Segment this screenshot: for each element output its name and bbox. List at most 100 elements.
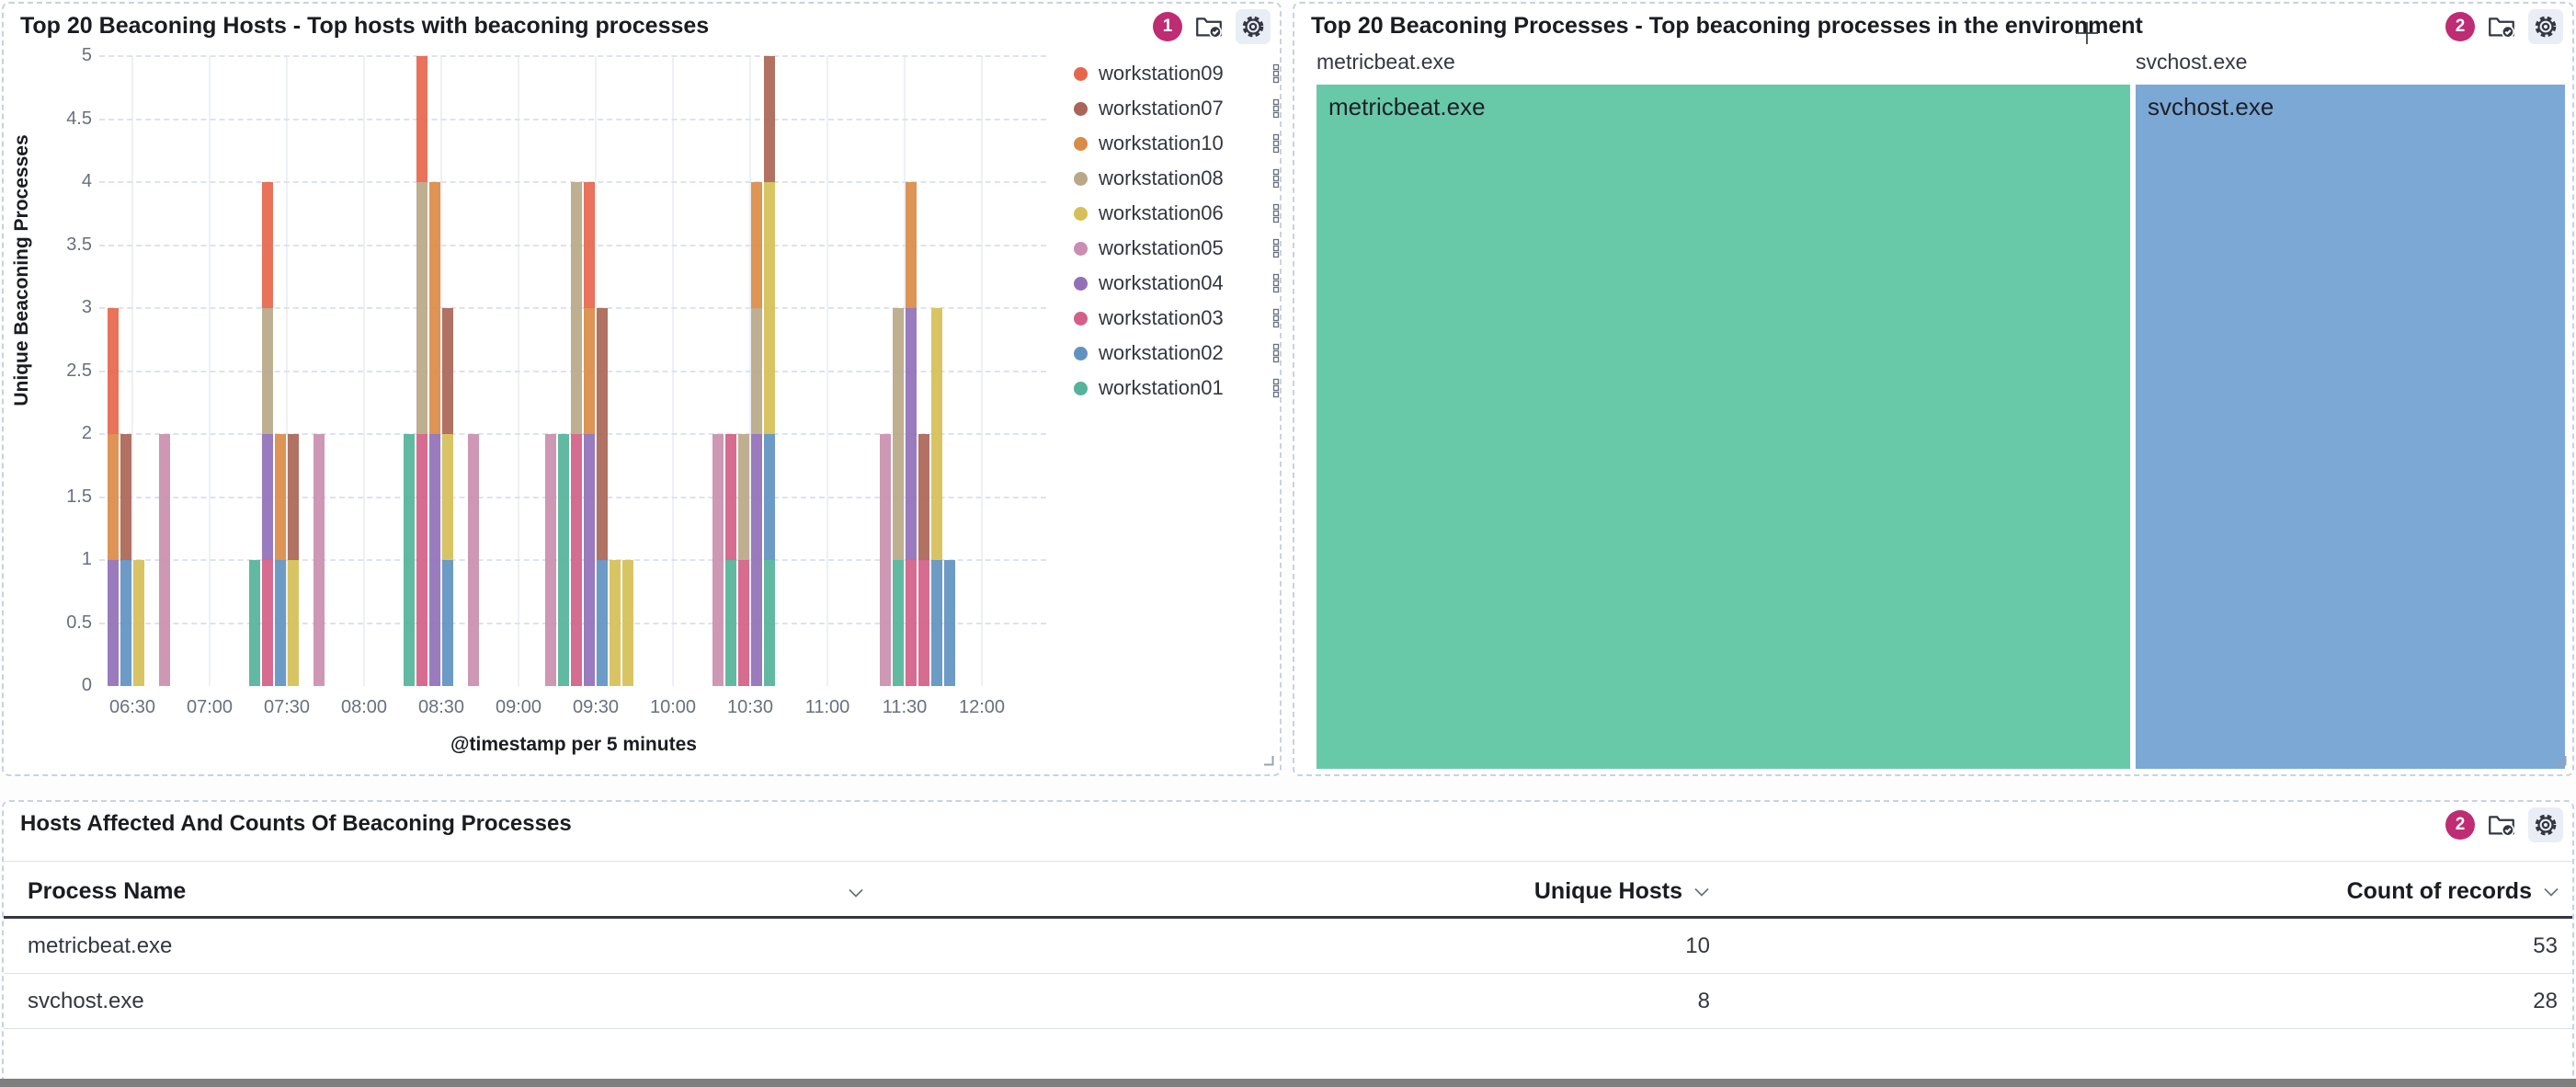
legend-item[interactable]: workstation07 [1074, 91, 1282, 126]
bar-segment[interactable] [262, 308, 273, 434]
bar-segment[interactable] [571, 434, 582, 686]
bar-segment[interactable] [108, 308, 119, 434]
bar-segment[interactable] [764, 182, 775, 434]
bar-segment[interactable] [906, 560, 917, 686]
y-tick-label: 1 [81, 549, 92, 569]
bar-segment[interactable] [906, 308, 917, 560]
legend-item[interactable]: workstation06 [1074, 196, 1282, 231]
bar-segment[interactable] [288, 560, 299, 686]
panel-resize-handle-icon[interactable] [2554, 753, 2567, 771]
bar-segment[interactable] [249, 560, 260, 686]
bar-segment[interactable] [584, 308, 595, 434]
y-tick-label: 2.5 [66, 360, 92, 381]
bar-segment[interactable] [597, 560, 608, 686]
y-tick-label: 0.5 [66, 612, 92, 633]
treemap-tile[interactable]: svchost.exe [2136, 85, 2565, 769]
bar-segment[interactable] [442, 560, 453, 686]
bar-segment[interactable] [275, 560, 286, 686]
bar-segment[interactable] [931, 560, 942, 686]
bar-segment[interactable] [133, 560, 144, 686]
legend-actions-icon[interactable] [1271, 238, 1282, 258]
bar-segment[interactable] [906, 182, 917, 308]
bar-segment[interactable] [108, 560, 119, 686]
bar-segment[interactable] [429, 182, 440, 434]
legend-actions-icon[interactable] [1271, 378, 1282, 398]
legend-actions-icon[interactable] [1271, 133, 1282, 154]
bar-segment[interactable] [120, 434, 131, 560]
table-row: metricbeat.exe 10 53 [4, 919, 2572, 973]
bar-segment[interactable] [416, 182, 427, 434]
bar-segment[interactable] [262, 182, 273, 308]
legend-actions-icon[interactable] [1271, 168, 1282, 189]
legend-actions-icon[interactable] [1271, 308, 1282, 328]
legend-actions-icon[interactable] [1271, 343, 1282, 363]
bar-segment[interactable] [764, 434, 775, 560]
legend-color-dot [1074, 381, 1088, 395]
legend-actions-icon[interactable] [1271, 63, 1282, 84]
bar-segment[interactable] [738, 434, 749, 560]
bar-segment[interactable] [931, 308, 942, 560]
bar-segment[interactable] [275, 434, 286, 560]
bar-segment[interactable] [893, 560, 904, 686]
bar-segment[interactable] [610, 560, 621, 686]
bar-segment[interactable] [120, 560, 131, 686]
bar-segment[interactable] [918, 560, 929, 686]
bar-segment[interactable] [880, 434, 891, 686]
legend-actions-icon[interactable] [1271, 273, 1282, 293]
bar-segment[interactable] [468, 434, 479, 686]
bar-segment[interactable] [262, 560, 273, 686]
bar-segment[interactable] [108, 434, 119, 560]
sort-chevron-icon[interactable] [837, 879, 866, 906]
panel-resize-handle-icon[interactable] [1261, 753, 1274, 771]
legend-item[interactable]: workstation02 [1074, 336, 1282, 371]
bar-segment[interactable] [545, 434, 556, 686]
treemap-tile[interactable]: metricbeat.exe [1316, 85, 2130, 769]
gear-icon[interactable] [2528, 807, 2563, 842]
column-header-process-name[interactable]: Process Name [28, 866, 863, 916]
legend-label: workstation02 [1099, 341, 1224, 364]
bar-segment[interactable] [893, 308, 904, 560]
bar-segment[interactable] [751, 308, 762, 434]
bar-segment[interactable] [764, 560, 775, 686]
saved-object-check-folder-icon[interactable] [2484, 807, 2519, 842]
legend-item[interactable]: workstation03 [1074, 301, 1282, 336]
legend-item[interactable]: workstation05 [1074, 231, 1282, 266]
legend-item[interactable]: workstation01 [1074, 371, 1282, 406]
sort-chevron-icon[interactable] [2532, 878, 2561, 905]
bar-segment[interactable] [416, 56, 427, 182]
bar-segment[interactable] [944, 560, 955, 686]
column-header-unique-hosts[interactable]: Unique Hosts [1107, 866, 1712, 916]
bar-segment[interactable] [918, 434, 929, 560]
bar-segment[interactable] [404, 434, 415, 686]
bar-segment[interactable] [622, 560, 633, 686]
bar-segment[interactable] [442, 434, 453, 560]
legend-item[interactable]: workstation04 [1074, 266, 1282, 301]
bar-segment[interactable] [262, 434, 273, 560]
bar-segment[interactable] [751, 182, 762, 308]
bar-segment[interactable] [725, 434, 736, 560]
sort-chevron-icon[interactable] [1682, 878, 1712, 905]
bar-segment[interactable] [571, 182, 582, 434]
legend-item[interactable]: workstation10 [1074, 126, 1282, 161]
panel-number-badge[interactable]: 2 [2445, 810, 2475, 840]
bar-segment[interactable] [725, 560, 736, 686]
legend-actions-icon[interactable] [1271, 203, 1282, 223]
bar-segment[interactable] [313, 434, 325, 686]
legend-item[interactable]: workstation08 [1074, 161, 1282, 196]
bar-segment[interactable] [584, 434, 595, 686]
legend-item[interactable]: workstation09 [1074, 56, 1282, 91]
bar-segment[interactable] [288, 434, 299, 560]
bar-segment[interactable] [764, 56, 775, 182]
bar-segment[interactable] [429, 434, 440, 686]
bar-segment[interactable] [738, 560, 749, 686]
column-header-count-of-records[interactable]: Count of records [1934, 866, 2561, 916]
bar-segment[interactable] [712, 434, 724, 686]
bar-segment[interactable] [751, 434, 762, 686]
bar-segment[interactable] [558, 434, 569, 686]
bar-segment[interactable] [159, 434, 170, 686]
bar-segment[interactable] [416, 434, 427, 686]
bar-segment[interactable] [442, 308, 453, 434]
bar-segment[interactable] [584, 182, 595, 308]
legend-actions-icon[interactable] [1271, 98, 1282, 119]
bar-segment[interactable] [597, 308, 608, 560]
